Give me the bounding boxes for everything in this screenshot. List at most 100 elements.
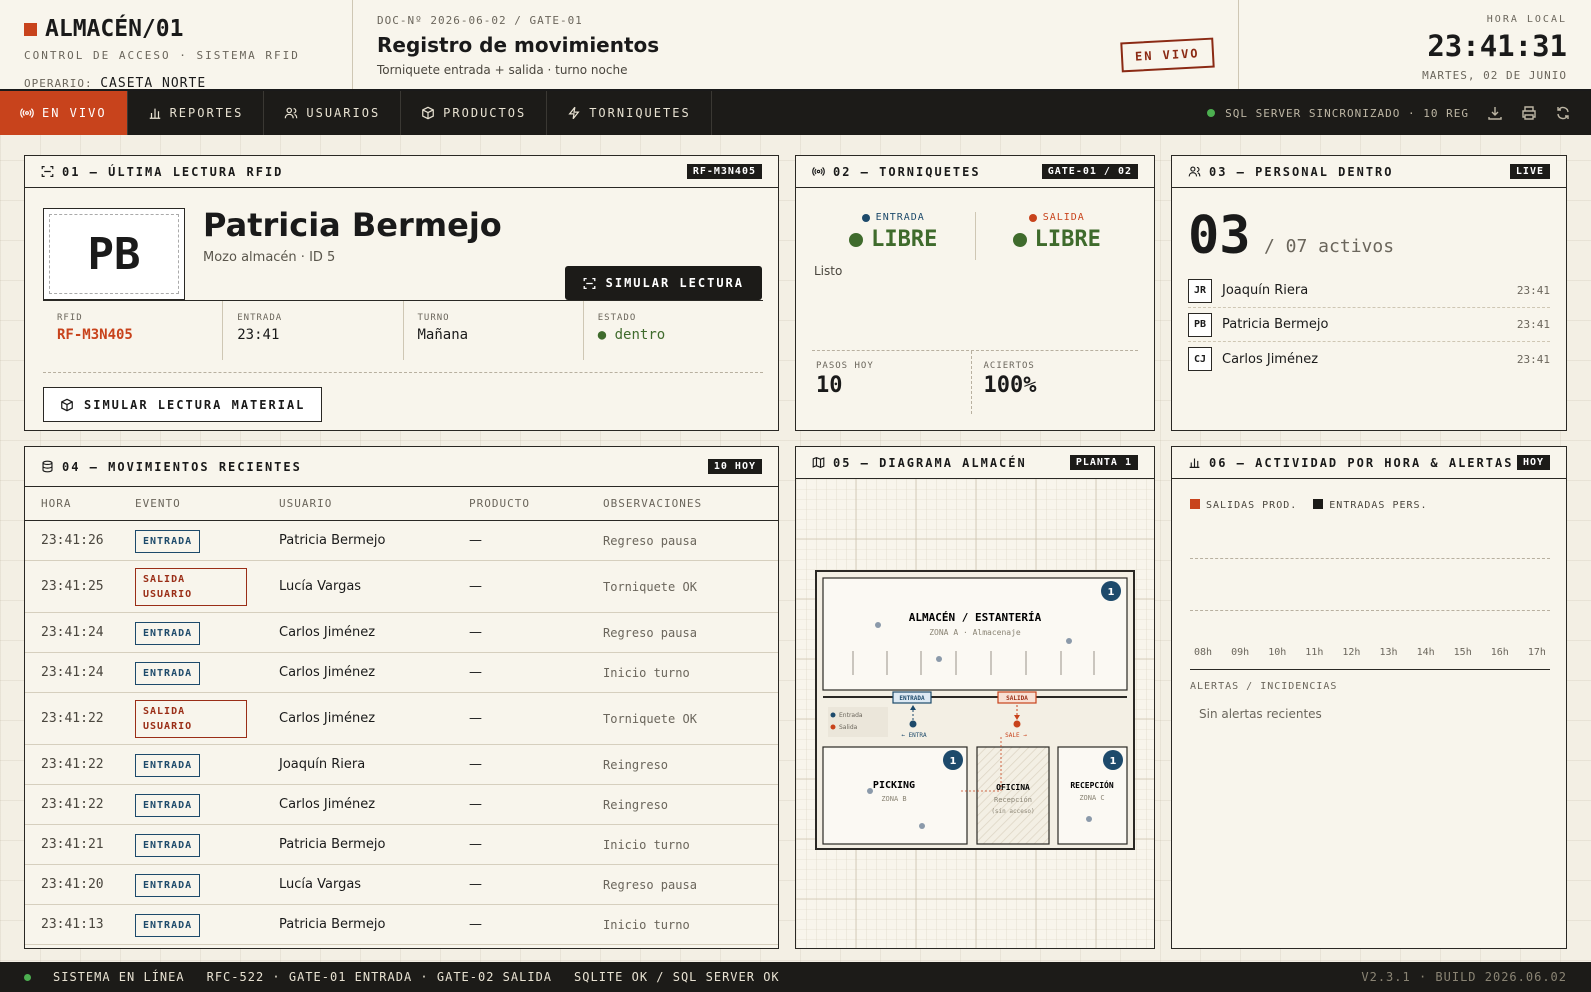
hour-tick-label: 09h bbox=[1231, 647, 1250, 658]
legend-entradas: ENTRADAS PERS. bbox=[1313, 499, 1427, 511]
event-badge: ENTRADA bbox=[135, 529, 201, 553]
field-estado: ESTADO ● dentro bbox=[584, 301, 763, 360]
cell-time: 23:41:22 bbox=[41, 757, 104, 772]
zone-picking-sub: ZONA B bbox=[881, 795, 906, 803]
table-row[interactable]: 23:41:22 ENTRADA Carlos Jiménez — Reingreso bbox=[25, 785, 778, 825]
brand-square-icon bbox=[24, 22, 37, 36]
clock-label: HORA LOCAL bbox=[1486, 14, 1567, 25]
table-row[interactable]: 23:41:13 ENTRADA Patricia Bermejo — Inicio t… bbox=[25, 905, 778, 945]
brand-title: ALMACÉN/01 bbox=[24, 16, 328, 42]
scan-icon bbox=[583, 277, 596, 289]
table-row[interactable]: 23:41:25 SALIDA USUARIO Lucía Vargas — Torni… bbox=[25, 561, 778, 613]
bolt-icon bbox=[568, 106, 580, 120]
zone-oficina-sub: Recepción bbox=[994, 796, 1032, 804]
table-row[interactable]: 23:41:22 SALIDA USUARIO Carlos Jiménez — Tor… bbox=[25, 693, 778, 745]
entrada-dot-icon bbox=[861, 213, 870, 222]
simulate-read-label: SIMULAR LECTURA bbox=[605, 276, 744, 290]
avatar: PB bbox=[43, 208, 185, 300]
footer-db: SQLITE OK / SQL SERVER OK bbox=[574, 970, 780, 984]
staff-list: JR Joaquín Riera 23:41 PB Patricia Berme… bbox=[1188, 274, 1550, 376]
cell-observations: Regreso pausa bbox=[603, 625, 697, 640]
event-badge: ENTRADA bbox=[135, 833, 201, 857]
refresh-icon[interactable] bbox=[1555, 105, 1571, 121]
avatar: JR bbox=[1188, 278, 1212, 303]
table-row[interactable]: 23:41:26 ENTRADA Patricia Bermejo — Regreso … bbox=[25, 521, 778, 561]
nav-tab-label: REPORTES bbox=[169, 106, 244, 120]
table-row[interactable]: 23:41:24 ENTRADA Carlos Jiménez — Regreso pa… bbox=[25, 613, 778, 653]
legend-label: ENTRADAS PERS. bbox=[1329, 500, 1428, 511]
main-nav: EN VIVO REPORTES USUARIOS PRODUCTOS TORN… bbox=[0, 91, 1591, 135]
table-row[interactable]: 23:41:21 ENTRADA Patricia Bermejo — Inicio t… bbox=[25, 825, 778, 865]
hour-tick-label: 14h bbox=[1416, 647, 1435, 658]
panel-turnstiles: 02 — TORNIQUETES GATE-01 / 02 ENTRADA LI… bbox=[795, 155, 1155, 431]
list-item[interactable]: JR Joaquín Riera 23:41 bbox=[1188, 274, 1550, 308]
person-name: Patricia Bermejo bbox=[203, 206, 502, 244]
broadcast-icon bbox=[812, 167, 825, 176]
table-row[interactable]: 23:41:22 ENTRADA Joaquín Riera — Reingreso bbox=[25, 745, 778, 785]
simulate-read-button[interactable]: SIMULAR LECTURA bbox=[564, 266, 762, 300]
nav-tab-torniquetes[interactable]: TORNIQUETES bbox=[547, 91, 712, 135]
gate-value-text: LIBRE bbox=[1034, 227, 1101, 252]
gate-entrada-label: ENTRADA bbox=[899, 695, 925, 702]
column-header: PRODUCTO bbox=[469, 497, 530, 510]
legend-salidas: SALIDAS PROD. bbox=[1190, 499, 1297, 511]
cell-event: ENTRADA bbox=[119, 833, 263, 857]
gate-label: SALIDA bbox=[976, 212, 1139, 223]
divider bbox=[43, 372, 763, 373]
scan-icon bbox=[41, 166, 54, 177]
hour-axis: 08h 09h 10h 11h 12h 13h 14h 15h 16h 17h bbox=[1190, 647, 1550, 658]
simulate-material-read-button[interactable]: SIMULAR LECTURA MATERIAL bbox=[43, 387, 323, 422]
nav-tab-productos[interactable]: PRODUCTOS bbox=[401, 91, 548, 135]
legend-swatch bbox=[1190, 499, 1200, 509]
table-row[interactable]: 23:41:24 ENTRADA Carlos Jiménez — Inicio tur… bbox=[25, 653, 778, 693]
gate-entrada: ENTRADA LIBRE bbox=[812, 212, 975, 260]
cell-user: Carlos Jiménez bbox=[279, 625, 376, 640]
footer-status: SISTEMA EN LÍNEA bbox=[53, 970, 185, 984]
stat-value: 10 bbox=[816, 373, 843, 398]
clock-time: 23:41:31 bbox=[1427, 29, 1567, 63]
status-footer: SISTEMA EN LÍNEA RFC-522 · GATE-01 ENTRA… bbox=[0, 962, 1591, 992]
nav-tab-en-vivo[interactable]: EN VIVO bbox=[0, 91, 128, 135]
zone-main-count: 1 bbox=[1108, 587, 1115, 598]
cell-event: ENTRADA bbox=[119, 753, 263, 777]
person-time: 23:41 bbox=[1516, 284, 1550, 297]
database-icon bbox=[42, 460, 53, 473]
print-icon[interactable] bbox=[1521, 105, 1537, 121]
hour-tick-label: 13h bbox=[1379, 647, 1398, 658]
cell-product: — bbox=[469, 579, 482, 594]
download-icon[interactable] bbox=[1487, 105, 1503, 121]
panel-last-rfid-read: 01 — ÚLTIMA LECTURA RFID RF-M3N405 PB Pa… bbox=[24, 155, 779, 431]
list-item[interactable]: CJ Carlos Jiménez 23:41 bbox=[1188, 342, 1550, 376]
map-legend-entrada: Entrada bbox=[839, 712, 863, 719]
list-item[interactable]: PB Patricia Bermejo 23:41 bbox=[1188, 308, 1550, 342]
operator: OPERARIO: CASETA NORTE bbox=[24, 76, 328, 91]
field-value: RF-M3N405 bbox=[57, 327, 133, 343]
x-axis bbox=[1190, 669, 1550, 670]
cell-user: Patricia Bermejo bbox=[279, 533, 386, 548]
field-entrada: ENTRADA 23:41 bbox=[223, 301, 404, 360]
field-label: ENTRADA bbox=[237, 313, 283, 323]
cell-time: 23:41:13 bbox=[41, 917, 104, 932]
column-header: EVENTO bbox=[135, 497, 181, 510]
count-tag: 10 HOY bbox=[707, 459, 762, 474]
map-icon bbox=[812, 457, 825, 468]
nav-tab-reportes[interactable]: REPORTES bbox=[128, 91, 265, 135]
gate-label: ENTRADA bbox=[812, 212, 975, 223]
zone-main-sub: ZONA A · Almacenaje bbox=[929, 628, 1021, 637]
cell-time: 23:41:25 bbox=[41, 579, 104, 594]
activity-chart bbox=[1190, 531, 1550, 631]
cell-event: SALIDA USUARIO bbox=[119, 699, 263, 738]
table-row[interactable]: 23:41:20 ENTRADA Lucía Vargas — Regreso paus… bbox=[25, 865, 778, 905]
cell-product: — bbox=[469, 917, 482, 932]
cell-observations: Reingreso bbox=[603, 797, 669, 812]
gate-value-text: LIBRE bbox=[871, 227, 938, 252]
nav-tab-usuarios[interactable]: USUARIOS bbox=[264, 91, 402, 135]
status-dot-icon bbox=[1012, 232, 1027, 247]
footer-gates: RFC-522 · GATE-01 ENTRADA · GATE-02 SALI… bbox=[206, 970, 553, 984]
event-badge: SALIDA USUARIO bbox=[135, 699, 247, 738]
cell-event: ENTRADA bbox=[119, 621, 263, 645]
cell-user: Patricia Bermejo bbox=[279, 917, 386, 932]
cell-user: Carlos Jiménez bbox=[279, 711, 376, 726]
rfid-tag: RF-M3N405 bbox=[686, 164, 762, 179]
field-label: ESTADO bbox=[597, 313, 637, 323]
